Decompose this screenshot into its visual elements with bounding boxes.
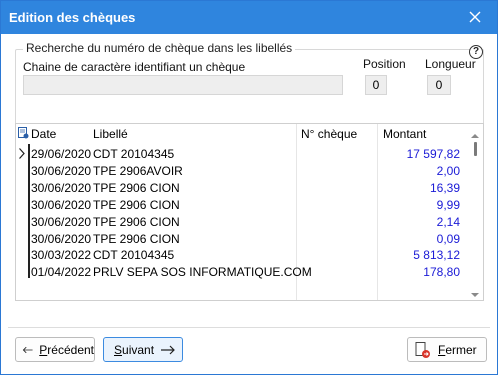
cell-libelle: CDT 20104345 [93,147,175,161]
cell-montant: 178,80 [423,265,460,280]
scroll-down-icon[interactable] [470,287,480,300]
vertical-scrollbar[interactable] [468,124,483,300]
cell-montant: 5 813,12 [413,248,460,263]
cell-montant: 0,09 [436,231,460,246]
previous-button[interactable]: Précédent [15,337,95,362]
cell-date: 01/04/2022 [31,265,92,280]
column-header-montant[interactable]: Montant [383,127,426,141]
close-button[interactable]: Fermer [407,337,487,362]
cell-libelle: TPE 2906 CION [93,180,180,195]
cell-libelle: TPE 2906 CION [93,214,180,229]
footer-divider [8,327,490,328]
position-input[interactable]: 0 [365,75,387,95]
cell-montant: 9,99 [436,197,460,212]
table-row[interactable]: 01/04/2022 PRLV SEPA SOS INFORMATIQUE.COM… [16,264,468,280]
table-row[interactable]: 30/03/2022 CDT 20104345 5 813,12 [16,247,468,263]
cheques-table[interactable]: Date Libellé N° chèque Montant 29/06/202… [15,123,484,301]
window-title: Edition des chèques [9,10,136,25]
arrow-right-icon [161,345,175,354]
cell-date: 30/03/2022 [31,248,92,263]
longueur-input[interactable]: 0 [427,75,451,95]
cell-date: 30/06/2020 [31,180,92,195]
cell-date: 30/06/2020 [31,231,92,246]
dialog-window: Edition des chèques Recherche du numéro … [0,0,498,375]
cell-date: 30/06/2020 [31,163,92,178]
close-window-button[interactable] [461,5,489,29]
exit-icon [415,341,430,358]
column-header-libelle[interactable]: Libellé [93,127,128,141]
table-row[interactable]: 30/06/2020 TPE 2906 CION 0,09 [16,231,468,247]
column-header-date[interactable]: Date [31,127,56,141]
chaine-input[interactable] [23,75,343,95]
cell-montant: 16,39 [429,180,460,195]
table-row[interactable]: 30/06/2020 TPE 2906 CION 16,39 [16,180,468,196]
table-header: Date Libellé N° chèque Montant [16,124,468,144]
cell-libelle: CDT 20104345 [93,248,175,263]
current-row-marker-icon [19,148,25,162]
arrow-left-icon [22,346,33,353]
table-row[interactable]: 29/06/2020 CDT 20104345 17 597,82 [16,146,468,162]
cell-date: 30/06/2020 [31,214,92,229]
scrollbar-thumb[interactable] [474,142,477,156]
close-icon [469,11,481,23]
table-row[interactable]: 30/06/2020 TPE 2906AVOIR 2,00 [16,163,468,179]
longueur-label: Longueur [425,57,476,71]
cell-montant: 2,14 [436,214,460,229]
cell-libelle: TPE 2906 CION [93,197,180,212]
previous-button-label: Précédent [39,342,94,357]
close-button-label: Fermer [438,342,477,357]
cell-libelle: TPE 2906 CION [93,231,180,246]
search-group-legend: Recherche du numéro de chèque dans les l… [23,41,296,55]
table-settings-icon[interactable] [18,127,29,142]
cell-libelle: PRLV SEPA SOS INFORMATIQUE.COM [93,265,312,280]
cell-date: 30/06/2020 [31,197,92,212]
cell-date: 29/06/2020 [31,147,92,161]
cell-montant: 17 597,82 [406,147,460,161]
cell-libelle: TPE 2906AVOIR [93,163,183,178]
scroll-up-icon[interactable] [470,128,480,142]
dialog-content: Recherche du numéro de chèque dans les l… [1,34,497,374]
table-row[interactable]: 30/06/2020 TPE 2906 CION 2,14 [16,214,468,230]
next-button-label: Suivant [114,342,155,357]
column-header-cheque[interactable]: N° chèque [301,127,357,141]
position-label: Position [363,57,406,71]
table-row[interactable]: 30/06/2020 TPE 2906 CION 9,99 [16,197,468,213]
chaine-label: Chaine de caractère identifiant un chèqu… [23,60,246,74]
cell-montant: 2,00 [436,163,460,178]
next-button[interactable]: Suivant [103,337,183,362]
title-bar: Edition des chèques [1,1,497,34]
